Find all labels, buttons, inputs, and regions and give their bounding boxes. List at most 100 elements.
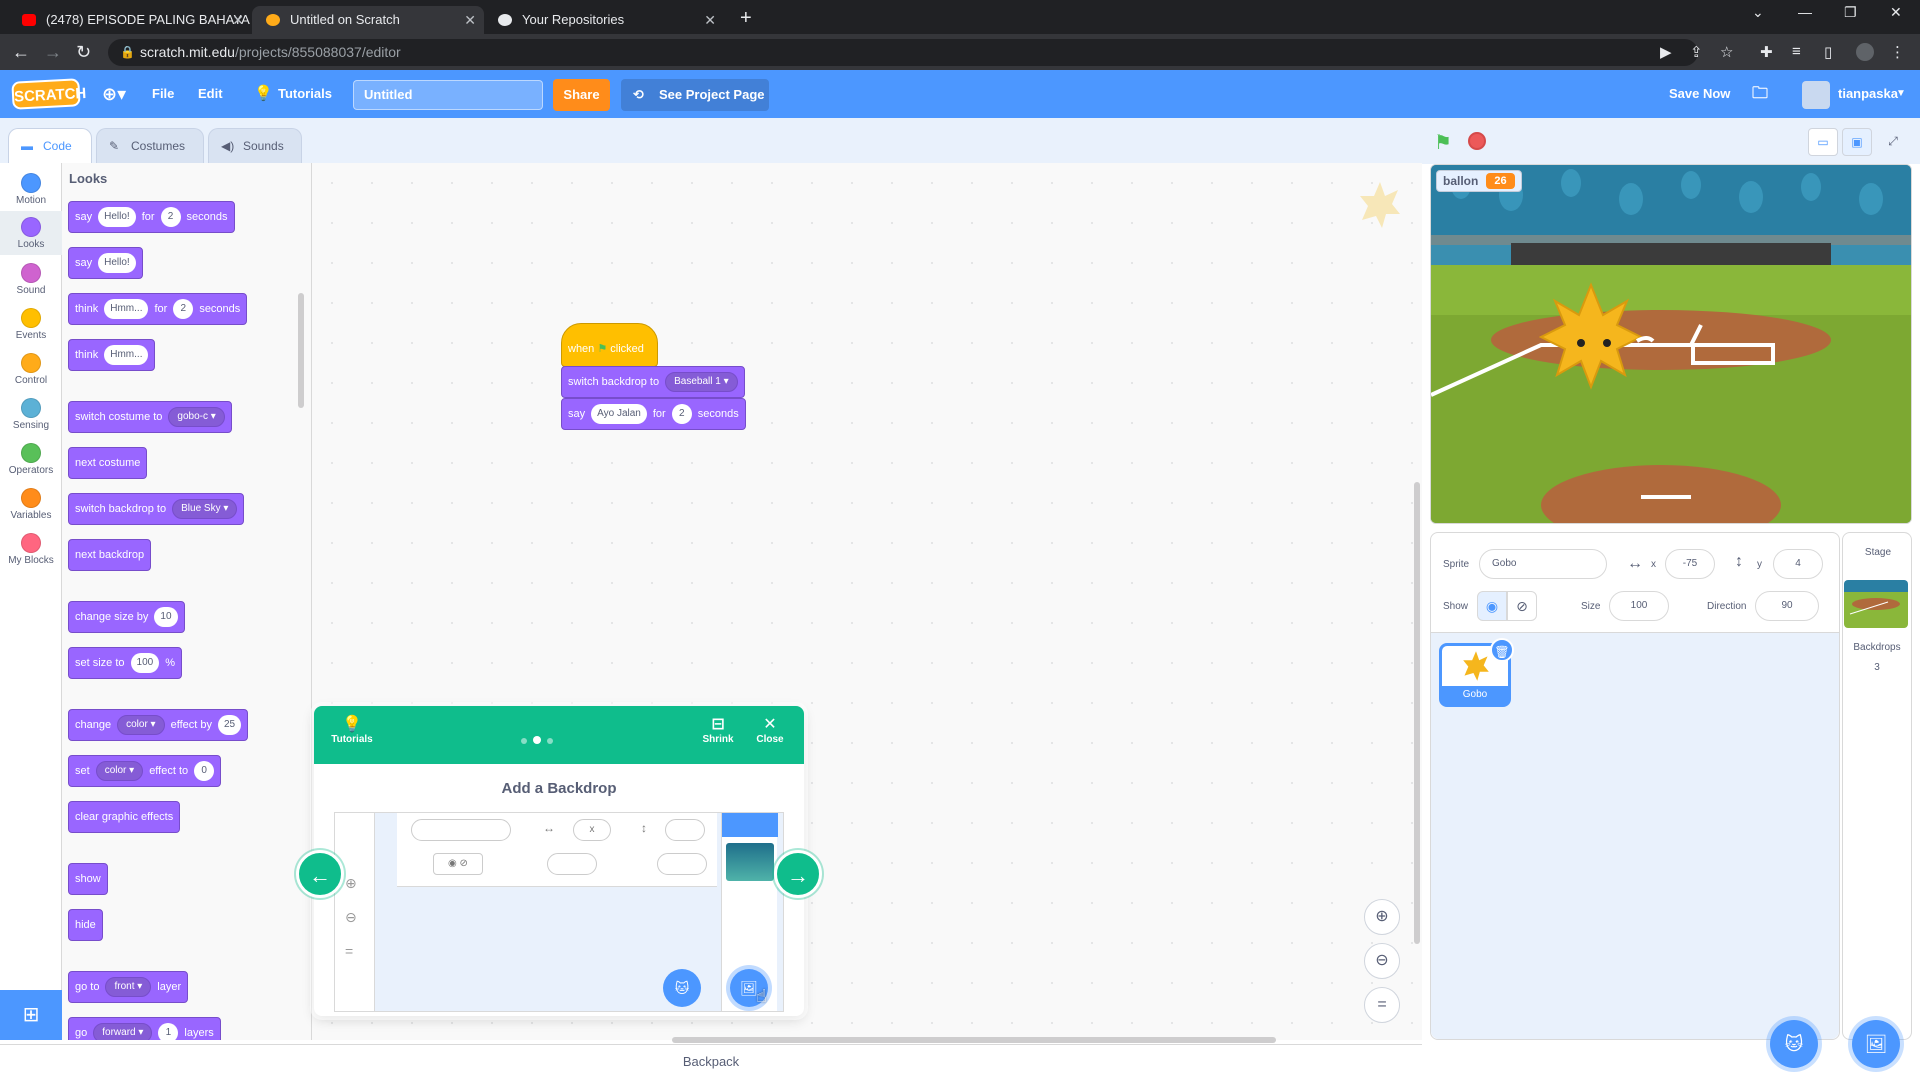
browser-tab-github[interactable]: Your Repositories ✕ bbox=[484, 6, 724, 34]
edit-menu[interactable]: Edit bbox=[198, 70, 223, 118]
block-say-for-secs[interactable]: say Hello! for 2 seconds bbox=[68, 201, 235, 233]
close-icon[interactable]: ✕ bbox=[704, 6, 716, 34]
x-position-input[interactable]: -75 bbox=[1665, 549, 1715, 579]
close-window-icon[interactable]: ✕ bbox=[1890, 4, 1902, 21]
block-dropdown[interactable]: forward ▾ bbox=[93, 1023, 153, 1040]
username-menu[interactable]: tianpaska bbox=[1838, 70, 1898, 118]
close-button[interactable]: ✕ Close bbox=[750, 716, 790, 745]
profile-avatar[interactable] bbox=[1856, 43, 1874, 61]
choose-sprite-button[interactable]: 🐱 bbox=[1770, 1020, 1818, 1068]
tab-sounds[interactable]: ◀) Sounds bbox=[208, 128, 302, 164]
see-project-page-button[interactable]: ⟲ See Project Page bbox=[621, 79, 769, 111]
category-variables[interactable]: Variables bbox=[0, 482, 62, 526]
block-dropdown[interactable]: Blue Sky ▾ bbox=[172, 499, 238, 519]
category-looks[interactable]: Looks bbox=[0, 211, 62, 255]
extensions-icon[interactable]: ✚ bbox=[1760, 43, 1773, 61]
backpack-bar[interactable]: Backpack bbox=[0, 1044, 1422, 1080]
category-motion[interactable]: Motion bbox=[0, 167, 62, 211]
normal-stage-button[interactable]: ▣ bbox=[1842, 128, 1872, 156]
choose-backdrop-button[interactable]: 🖼 bbox=[1852, 1020, 1900, 1068]
variable-monitor[interactable]: ballon 26 bbox=[1436, 170, 1522, 192]
lightbulb-icon[interactable]: 💡 bbox=[254, 70, 273, 118]
reload-icon[interactable]: ↻ bbox=[76, 42, 91, 62]
green-flag-button[interactable]: ⚑ bbox=[1434, 130, 1452, 155]
direction-input[interactable]: 90 bbox=[1755, 591, 1819, 621]
tutorials-menu[interactable]: Tutorials bbox=[278, 70, 332, 118]
script-say-block[interactable]: say Ayo Jalan for 2 seconds bbox=[561, 398, 746, 430]
stage-canvas[interactable] bbox=[1430, 164, 1912, 524]
zoom-in-button[interactable]: ⊕ bbox=[1364, 899, 1400, 935]
stop-button[interactable] bbox=[1468, 132, 1486, 150]
block-input[interactable]: Ayo Jalan bbox=[591, 404, 647, 424]
block-dropdown[interactable]: Baseball 1 ▾ bbox=[665, 372, 738, 392]
block-think[interactable]: think Hmm... bbox=[68, 339, 156, 371]
block-input[interactable]: 25 bbox=[217, 715, 242, 735]
category-sensing[interactable]: Sensing bbox=[0, 392, 62, 436]
file-menu[interactable]: File bbox=[152, 70, 174, 118]
url-field[interactable]: 🔒 scratch.mit.edu/projects/855088037/edit… bbox=[108, 39, 1698, 66]
restore-icon[interactable]: ❐ bbox=[1844, 4, 1857, 21]
block-input[interactable]: 10 bbox=[154, 607, 178, 627]
shrink-button[interactable]: ⊟ Shrink bbox=[698, 716, 738, 745]
block-input[interactable]: Hello! bbox=[98, 207, 136, 227]
new-tab-icon[interactable]: + bbox=[740, 6, 752, 30]
block-input[interactable]: Hello! bbox=[98, 253, 136, 273]
script-area-vscrollbar[interactable] bbox=[1414, 482, 1420, 944]
bookmark-star-icon[interactable]: ☆ bbox=[1720, 43, 1733, 61]
delete-sprite-button[interactable]: 🗑 bbox=[1490, 638, 1514, 662]
show-hidden-button[interactable]: ⊘ bbox=[1507, 591, 1537, 621]
tab-search-icon[interactable]: ⌄ bbox=[1752, 4, 1764, 21]
block-think-for-secs[interactable]: think Hmm... for 2 seconds bbox=[68, 293, 248, 325]
block-input[interactable]: 2 bbox=[160, 207, 181, 227]
small-stage-button[interactable]: ▭ bbox=[1808, 128, 1838, 156]
script-area-hscrollbar[interactable] bbox=[672, 1037, 1276, 1043]
minimize-icon[interactable]: — bbox=[1798, 4, 1812, 20]
show-visible-button[interactable]: ◉ bbox=[1477, 591, 1507, 621]
block-go-layers[interactable]: go forward ▾ 1 layers bbox=[68, 1017, 221, 1040]
size-input[interactable]: 100 bbox=[1609, 591, 1669, 621]
add-extension-button[interactable]: ⊞ bbox=[0, 990, 62, 1040]
category-control[interactable]: Control bbox=[0, 347, 62, 391]
block-say[interactable]: say Hello! bbox=[68, 247, 143, 279]
category-operators[interactable]: Operators bbox=[0, 437, 62, 481]
stage-backdrop-thumbnail[interactable] bbox=[1844, 580, 1908, 628]
tutorials-button[interactable]: 💡 Tutorials bbox=[330, 716, 374, 745]
block-input[interactable]: 100 bbox=[130, 653, 160, 673]
block-dropdown[interactable]: color ▾ bbox=[117, 715, 165, 735]
block-go-to-layer[interactable]: go to front ▾ layer bbox=[68, 971, 189, 1003]
tutorial-next-button[interactable]: → bbox=[774, 850, 822, 898]
block-set-effect[interactable]: set color ▾ effect to 0 bbox=[68, 755, 222, 787]
camera-icon[interactable]: ▶ bbox=[1660, 43, 1672, 61]
tutorial-prev-button[interactable]: ← bbox=[296, 850, 344, 898]
block-show[interactable]: show bbox=[68, 863, 108, 895]
side-panel-icon[interactable]: ▯ bbox=[1824, 43, 1832, 61]
tab-costumes[interactable]: ✎ Costumes bbox=[96, 128, 204, 164]
block-input[interactable]: 1 bbox=[158, 1023, 179, 1040]
share-page-icon[interactable]: ⇪ bbox=[1690, 43, 1703, 61]
language-globe-icon[interactable]: ⊕▾ bbox=[102, 70, 126, 118]
block-input[interactable]: Hmm... bbox=[104, 299, 149, 319]
when-flag-clicked-block[interactable]: when ⚑ clicked bbox=[561, 323, 658, 367]
block-input[interactable]: 2 bbox=[671, 404, 692, 424]
block-switch-backdrop[interactable]: switch backdrop to Blue Sky ▾ bbox=[68, 493, 245, 525]
block-change-size[interactable]: change size by 10 bbox=[68, 601, 185, 633]
save-now-button[interactable]: Save Now bbox=[1669, 70, 1730, 118]
block-dropdown[interactable]: gobo-c ▾ bbox=[168, 407, 225, 427]
tab-code[interactable]: ▬ Code bbox=[8, 128, 92, 164]
block-change-effect[interactable]: change color ▾ effect by 25 bbox=[68, 709, 249, 741]
block-switch-costume[interactable]: switch costume to gobo-c ▾ bbox=[68, 401, 232, 433]
block-input[interactable]: Hmm... bbox=[104, 345, 149, 365]
y-position-input[interactable]: 4 bbox=[1773, 549, 1823, 579]
script-switch-backdrop-block[interactable]: switch backdrop to Baseball 1 ▾ bbox=[561, 366, 745, 398]
block-dropdown[interactable]: color ▾ bbox=[95, 761, 144, 781]
block-next-backdrop[interactable]: next backdrop bbox=[68, 539, 152, 571]
menu-dots-icon[interactable]: ⋮ bbox=[1890, 43, 1905, 61]
block-next-costume[interactable]: next costume bbox=[68, 447, 148, 479]
block-input[interactable]: 0 bbox=[194, 761, 215, 781]
category-events[interactable]: Events bbox=[0, 302, 62, 346]
forward-icon[interactable]: → bbox=[44, 42, 62, 62]
back-icon[interactable]: ← bbox=[12, 42, 30, 62]
block-input[interactable]: 2 bbox=[173, 299, 194, 319]
user-avatar[interactable] bbox=[1802, 81, 1830, 109]
sprite-name-input[interactable]: Gobo bbox=[1479, 549, 1607, 579]
